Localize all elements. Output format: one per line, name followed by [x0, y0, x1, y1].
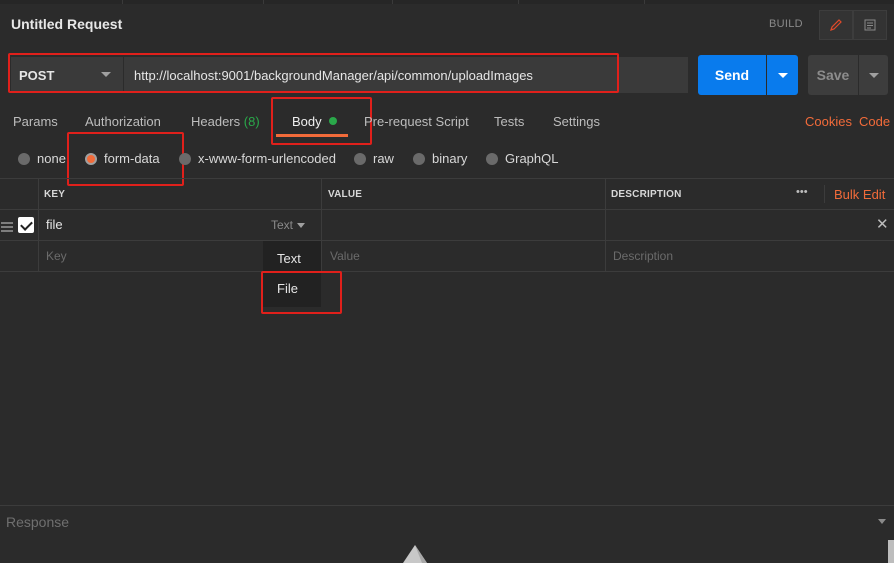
table-border — [824, 185, 825, 203]
tab-strip-edge — [0, 0, 894, 4]
delete-row-icon[interactable]: ✕ — [876, 215, 889, 233]
annotation-file-highlight — [261, 271, 342, 314]
table-border — [321, 178, 322, 271]
tab-tests[interactable]: Tests — [494, 114, 524, 129]
radio-raw-label: raw — [373, 151, 394, 166]
annotation-body-highlight — [271, 97, 372, 145]
tab-authorization[interactable]: Authorization — [85, 114, 161, 129]
tab-headers[interactable]: Headers (8) — [191, 114, 260, 129]
table-border — [38, 178, 39, 271]
build-mode-label: BUILD — [769, 18, 803, 30]
type-option-text[interactable]: Text — [277, 251, 301, 266]
chevron-down-icon — [297, 222, 306, 228]
cookies-link[interactable]: Cookies — [805, 114, 852, 129]
response-panel — [0, 505, 894, 563]
chevron-down-icon — [868, 72, 879, 78]
chevron-down-icon[interactable] — [878, 519, 886, 524]
tab-divider — [122, 0, 123, 4]
table-border — [0, 240, 894, 241]
radio-none-label: none — [37, 151, 66, 166]
save-options-button[interactable] — [859, 55, 888, 95]
radio-graphql[interactable]: GraphQL — [486, 151, 558, 166]
tab-divider — [263, 0, 264, 4]
value-input[interactable]: Value — [330, 249, 360, 263]
tab-divider — [392, 0, 393, 4]
table-border — [0, 271, 894, 272]
key-input[interactable]: Key — [46, 249, 67, 263]
tab-prerequest-script[interactable]: Pre-request Script — [364, 114, 469, 129]
radio-raw[interactable]: raw — [354, 151, 394, 166]
tab-params[interactable]: Params — [13, 114, 58, 129]
astronaut-illustration-icon — [400, 543, 430, 563]
annotation-url-highlight — [8, 53, 619, 93]
bulk-edit-link[interactable]: Bulk Edit — [834, 187, 885, 202]
more-options-icon[interactable]: ••• — [796, 186, 808, 198]
pencil-icon — [830, 19, 842, 31]
column-header-description: DESCRIPTION — [611, 189, 682, 200]
tab-divider — [518, 0, 519, 4]
radio-binary[interactable]: binary — [413, 151, 467, 166]
request-title[interactable]: Untitled Request — [11, 16, 122, 32]
drag-handle-icon[interactable] — [1, 220, 13, 235]
chevron-down-icon — [777, 72, 788, 78]
headers-count-badge: (8) — [243, 114, 260, 129]
radio-circle-icon — [18, 152, 30, 165]
tab-settings[interactable]: Settings — [553, 114, 600, 129]
radio-none[interactable]: none — [18, 151, 66, 166]
save-button[interactable]: Save — [808, 55, 858, 95]
radio-graphql-label: GraphQL — [505, 151, 559, 166]
radio-circle-icon — [354, 152, 366, 165]
radio-circle-icon — [179, 152, 191, 165]
row-enabled-checkbox[interactable] — [18, 217, 34, 233]
table-border — [605, 178, 606, 271]
tab-headers-label: Headers — [191, 114, 241, 129]
column-header-key: KEY — [44, 189, 66, 200]
send-options-button[interactable] — [767, 55, 798, 95]
comments-button[interactable] — [853, 10, 887, 40]
table-border — [0, 209, 894, 210]
radio-urlencoded[interactable]: x-www-form-urlencoded — [179, 151, 336, 166]
radio-binary-label: binary — [432, 151, 468, 166]
response-label: Response — [6, 514, 70, 530]
scrollbar-thumb[interactable] — [888, 540, 894, 563]
code-link[interactable]: Code — [859, 114, 890, 129]
send-button[interactable]: Send — [698, 55, 766, 95]
type-select-value: Text — [271, 218, 294, 232]
tab-divider — [644, 0, 645, 4]
row-key-value[interactable]: file — [46, 217, 63, 232]
radio-circle-icon — [413, 152, 425, 165]
document-icon — [864, 19, 876, 31]
radio-urlencoded-label: x-www-form-urlencoded — [198, 151, 336, 166]
description-input[interactable]: Description — [613, 249, 673, 263]
edit-button[interactable] — [819, 10, 853, 40]
table-border — [0, 178, 894, 179]
column-header-value: VALUE — [328, 189, 363, 200]
radio-circle-icon — [486, 152, 498, 165]
type-select[interactable]: Text — [271, 218, 306, 232]
